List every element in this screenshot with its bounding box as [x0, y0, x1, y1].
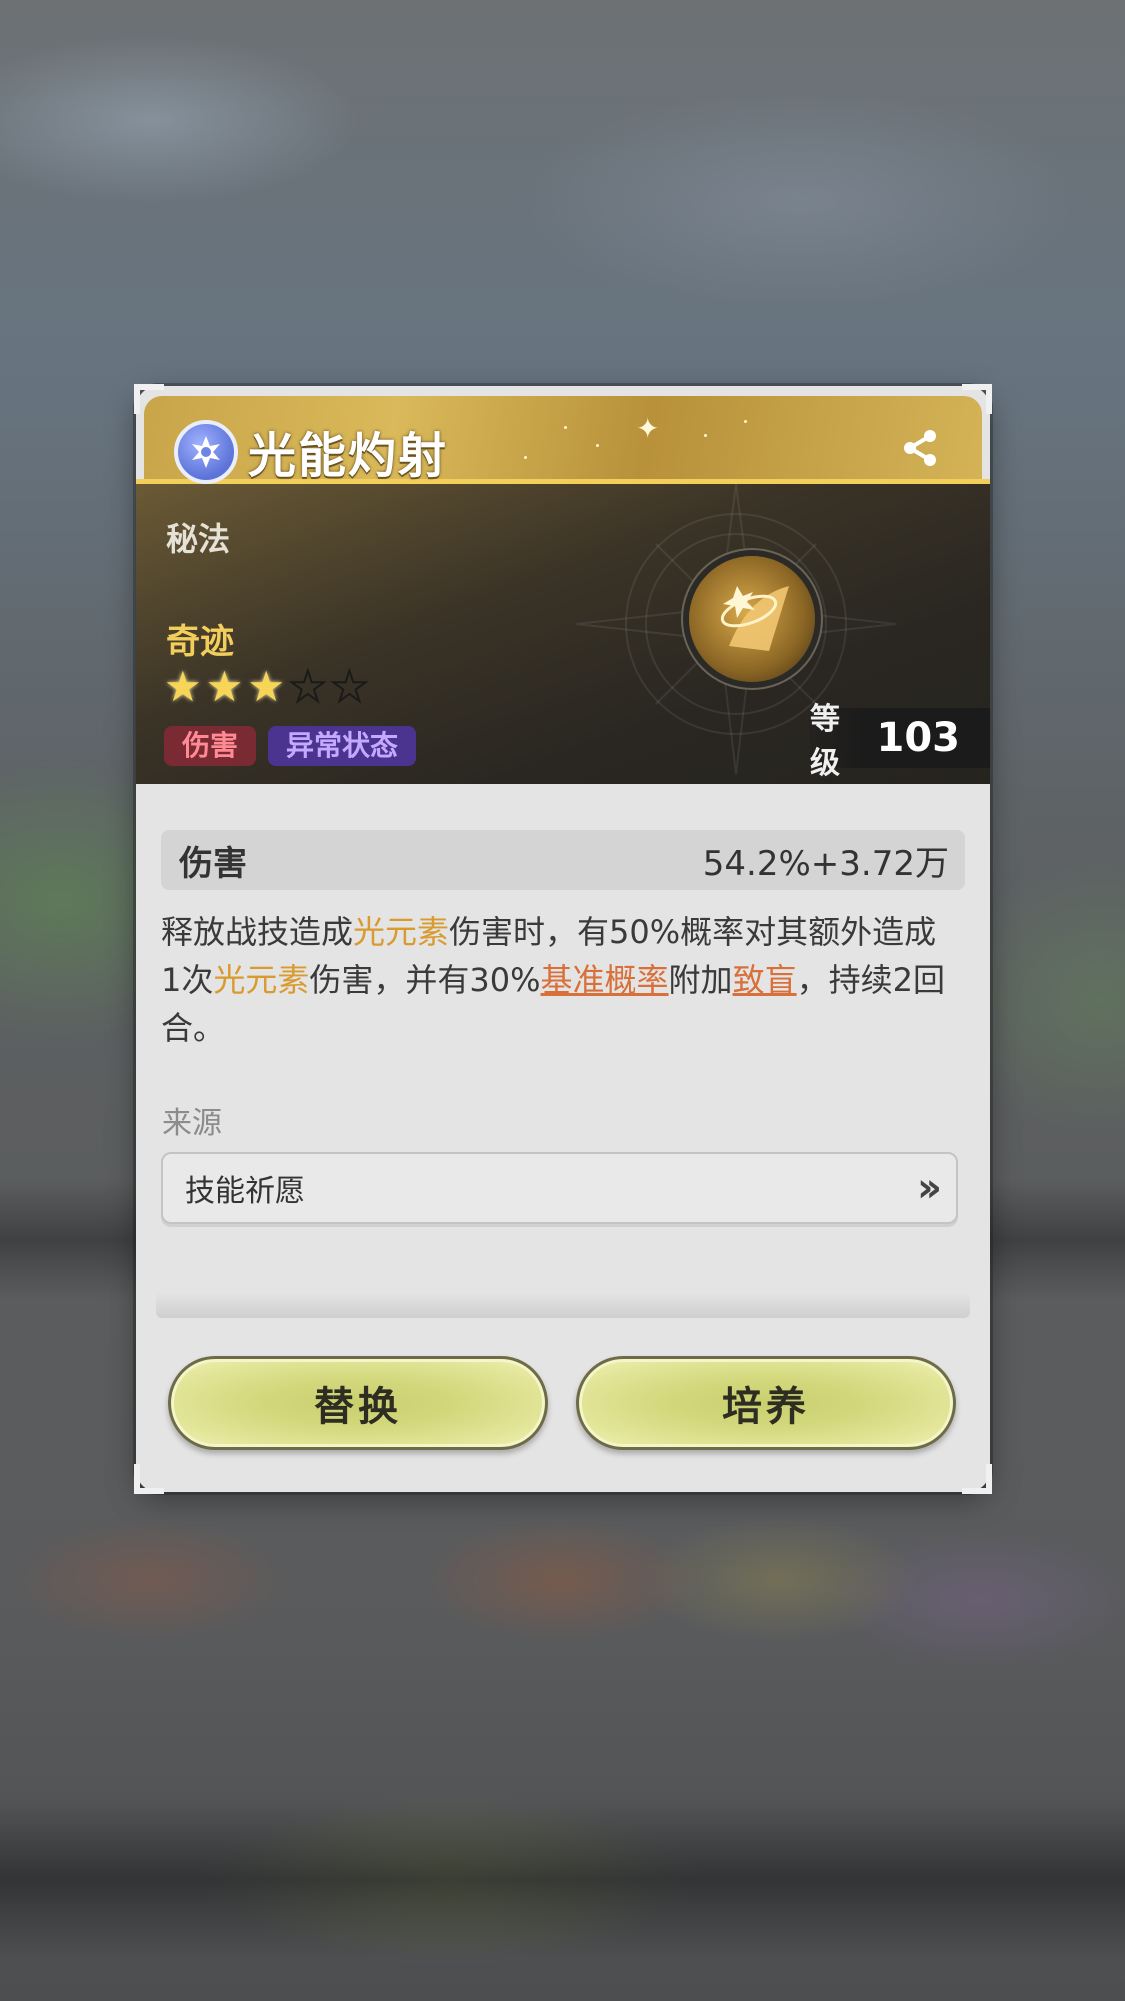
skill-tags: 伤害 异常状态 [164, 726, 417, 766]
desc-text: 伤害，并有30% [309, 961, 541, 999]
desc-text: 释放战技造成 [161, 913, 354, 951]
replace-button[interactable]: 替换 [168, 1356, 548, 1450]
share-icon [904, 430, 936, 466]
corner-ornament [962, 1464, 992, 1494]
sparkle-dot [744, 420, 747, 423]
skill-icon [689, 556, 815, 682]
sparkle-dot [524, 456, 527, 459]
stat-value: 54.2%+3.72万 [702, 843, 949, 884]
star-filled-icon: ★ [247, 662, 285, 711]
sparkle-icon: ✦ [636, 412, 660, 445]
level-value: 103 [876, 715, 961, 761]
blind-status-link[interactable]: 致盲 [733, 961, 797, 999]
source-row-skill-wish[interactable]: 技能祈愿 ›› [161, 1152, 958, 1224]
double-chevron-right-icon: ›› [917, 1165, 942, 1211]
tag-damage: 伤害 [164, 726, 257, 766]
element-keyword: 光元素 [353, 913, 450, 951]
sparkle-dot [564, 426, 567, 429]
star-filled-icon: ★ [205, 662, 244, 711]
skill-hero-panel: 秘法 奇迹 ★ ★ ★ ★ ★ 伤害 异常状态 等级 103 [136, 484, 990, 784]
corner-ornament [134, 384, 164, 414]
skill-category: 秘法 [166, 520, 231, 558]
star-empty-icon: ★ [288, 662, 328, 711]
star-empty-icon: ★ [330, 662, 370, 711]
corner-ornament [134, 1464, 164, 1494]
corner-ornament [962, 384, 992, 414]
sparkle-dot [704, 434, 707, 437]
element-keyword: 光元素 [213, 961, 310, 999]
skill-name: 光能灼射 [248, 428, 449, 484]
stat-row: 伤害 54.2%+3.72万 [161, 830, 965, 890]
share-button[interactable] [898, 426, 942, 470]
level-indicator: 等级 103 [810, 702, 990, 781]
divider [156, 1292, 970, 1318]
star-rating: ★ ★ ★ ★ ★ [164, 662, 370, 711]
desc-text: 附加 [668, 961, 733, 999]
light-element-icon [174, 420, 238, 484]
cultivate-button[interactable]: 培养 [576, 1356, 956, 1450]
star-filled-icon: ★ [164, 662, 202, 711]
source-label: 来源 [162, 1106, 222, 1141]
stat-label: 伤害 [179, 843, 247, 884]
sparkle-dot [596, 444, 599, 447]
skill-rarity: 奇迹 [166, 622, 234, 662]
base-chance-link[interactable]: 基准概率 [541, 961, 669, 999]
tag-status-effect: 异常状态 [268, 726, 417, 766]
level-label: 等级 [810, 702, 840, 781]
skill-description: 释放战技造成光元素伤害时，有50%概率对其额外造成1次光元素伤害，并有30%基准… [161, 908, 950, 1052]
source-text: 技能祈愿 [185, 1174, 305, 1209]
background-band-bottom [0, 1800, 1125, 1960]
skill-detail-dialog: ✦ 光能灼射 秘法 奇迹 ★ ★ ★ ★ ★ 伤害 异常状态 等级 103 伤害… [136, 386, 990, 1492]
